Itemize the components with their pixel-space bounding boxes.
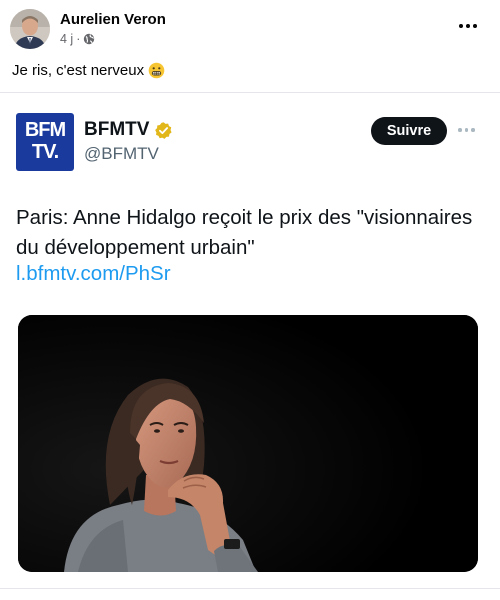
post-meta: 4 j · — [60, 32, 95, 46]
meta-separator: · — [76, 32, 81, 46]
tweet-author-name: BFMTV — [84, 119, 150, 140]
avatar-photo — [10, 9, 50, 49]
logo-text-bottom: TV. — [31, 141, 59, 163]
tweet-handle[interactable]: @BFMTV — [84, 144, 159, 164]
bfmtv-logo[interactable]: BFM TV. — [16, 113, 74, 171]
post-options-button[interactable] — [456, 18, 480, 34]
post-caption: Je ris, c'est nerveux — [12, 62, 165, 79]
portrait-photo-icon — [18, 315, 478, 572]
post-time[interactable]: 4 j — [60, 32, 73, 46]
dot-icon — [458, 128, 462, 132]
post-header: Aurelien Veron 4 j · — [0, 0, 500, 56]
verified-badge-icon — [154, 121, 173, 140]
dot-icon — [473, 24, 477, 28]
divider — [0, 92, 500, 93]
follow-button[interactable]: Suivre — [371, 117, 447, 145]
dot-icon — [464, 128, 468, 132]
caption-text: Je ris, c'est nerveux — [12, 62, 145, 79]
tweet-text: Paris: Anne Hidalgo reçoit le prix des "… — [16, 206, 473, 259]
author-avatar[interactable] — [10, 9, 50, 49]
tweet-author[interactable]: BFMTV — [84, 119, 173, 141]
tweet-options-button[interactable] — [458, 124, 480, 136]
dot-icon — [466, 24, 470, 28]
globe-icon[interactable] — [83, 33, 95, 45]
grimacing-face-icon — [148, 62, 165, 79]
logo-text-top: BFM — [24, 119, 66, 141]
author-name[interactable]: Aurelien Veron — [60, 11, 166, 28]
dot-icon — [471, 128, 475, 132]
tweet-link[interactable]: l.bfmtv.com/PhSr — [16, 262, 171, 286]
tweet-photo[interactable] — [18, 315, 478, 572]
divider — [0, 588, 500, 589]
dot-icon — [459, 24, 463, 28]
